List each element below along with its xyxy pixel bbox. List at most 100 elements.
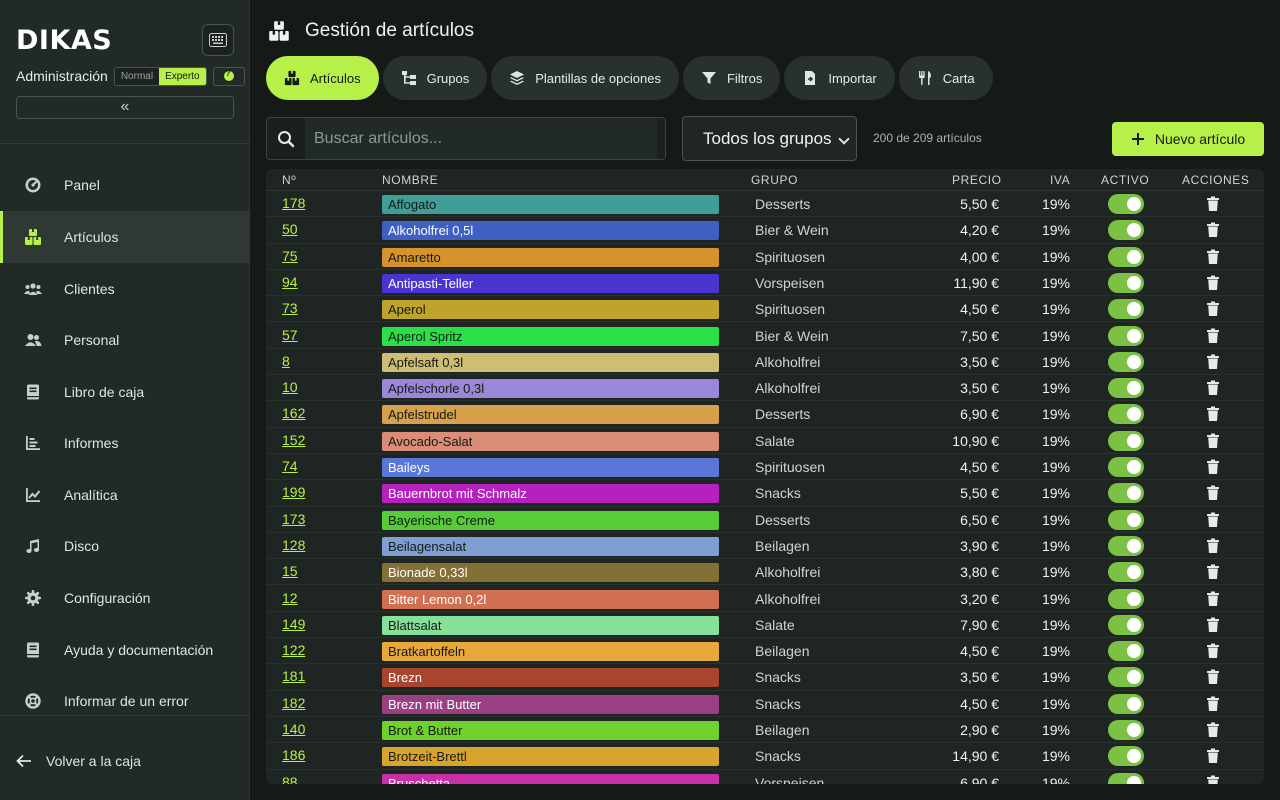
article-name-chip[interactable]: Avocado-Salat [382,431,719,451]
article-name-chip[interactable]: Blattsalat [382,615,719,635]
article-number-link[interactable]: 57 [282,327,298,343]
trash-icon[interactable] [1206,512,1220,528]
app-logo[interactable]: DIKAS [16,24,112,56]
active-toggle[interactable] [1108,325,1144,346]
mode-toggle[interactable]: Normal Experto [113,66,207,86]
table-row[interactable]: 186 Brotzeit-Brettl Snacks 14,90 € 19% [266,743,1264,770]
article-name-chip[interactable]: Aperol Spritz [382,326,719,346]
tab-grupos[interactable]: Grupos [382,56,488,100]
table-row[interactable]: 152 Avocado-Salat Salate 10,90 € 19% [266,428,1264,454]
sidebar-item-personal[interactable]: Personal [0,314,250,366]
col-header-price[interactable]: PRECIO [952,173,1002,187]
group-select[interactable]: Todos los grupos [682,116,857,161]
sidebar-item-analitica[interactable]: Analítica [0,469,250,521]
active-toggle[interactable] [1108,457,1144,477]
trash-icon[interactable] [1206,222,1220,238]
trash-icon[interactable] [1206,459,1220,475]
trash-icon[interactable] [1206,328,1220,344]
table-row[interactable]: 128 Beilagensalat Beilagen 3,90 € 19% [266,533,1264,560]
article-number-link[interactable]: 181 [282,668,305,684]
table-row[interactable]: 12 Bitter Lemon 0,2l Alkoholfrei 3,20 € 19% [266,586,1264,612]
trash-icon[interactable] [1206,249,1220,265]
table-row[interactable]: 122 Bratkartoffeln Beilagen 4,50 € 19% [266,638,1264,665]
trash-icon[interactable] [1206,748,1220,764]
article-name-chip[interactable]: Bruschetta [382,773,719,784]
active-toggle[interactable] [1108,509,1144,530]
active-toggle[interactable] [1108,351,1144,372]
search-input[interactable] [305,118,657,159]
trash-icon[interactable] [1206,406,1220,422]
article-name-chip[interactable]: Beilagensalat [382,536,719,556]
trash-icon[interactable] [1206,722,1220,738]
trash-icon[interactable] [1206,591,1220,607]
active-toggle[interactable] [1108,404,1144,425]
article-name-chip[interactable]: Bitter Lemon 0,2l [382,589,719,609]
table-row[interactable]: 182 Brezn mit Butter Snacks 4,50 € 19% [266,691,1264,717]
article-name-chip[interactable]: Affogato [382,195,719,214]
trash-icon[interactable] [1206,696,1220,712]
article-name-chip[interactable]: Bratkartoffeln [382,642,719,662]
article-name-chip[interactable]: Bionade 0,33l [382,563,719,583]
article-name-chip[interactable]: Amaretto [382,247,719,267]
sidebar-item-clientes[interactable]: Clientes [0,263,250,315]
trash-icon[interactable] [1206,196,1220,212]
active-toggle[interactable] [1108,430,1144,451]
article-name-chip[interactable]: Brezn mit Butter [382,694,719,714]
table-row[interactable]: 181 Brezn Snacks 3,50 € 19% [266,664,1264,691]
trash-icon[interactable] [1206,564,1220,580]
table-row[interactable]: 74 Baileys Spirituosen 4,50 € 19% [266,454,1264,481]
active-toggle[interactable] [1108,378,1144,399]
article-number-link[interactable]: 149 [282,616,305,632]
active-toggle[interactable] [1108,746,1144,767]
mode-help-button[interactable] [212,66,245,86]
article-number-link[interactable]: 140 [282,721,305,737]
table-row[interactable]: 75 Amaretto Spirituosen 4,00 € 19% [266,244,1264,270]
sidebar-item-libro-de-caja[interactable]: Libro de caja [0,366,250,418]
article-number-link[interactable]: 186 [282,747,305,763]
table-row[interactable]: 8 Apfelsaft 0,3l Alkoholfrei 3,50 € 19% [266,349,1264,376]
sidebar-item-articulos[interactable]: Artículos [0,211,250,263]
article-number-link[interactable]: 162 [282,405,305,421]
sidebar-item-panel[interactable]: Panel [0,159,250,211]
table-row[interactable]: 199 Bauernbrot mit Schmalz Snacks 5,50 € 19% [266,480,1264,507]
article-name-chip[interactable]: Antipasti-Teller [382,273,719,293]
col-header-number[interactable]: Nº [282,173,296,187]
article-number-link[interactable]: 8 [282,353,290,369]
tab-importar[interactable]: Importar [784,56,895,100]
table-row[interactable]: 73 Aperol Spirituosen 4,50 € 19% [266,296,1264,323]
sidebar-item-disco[interactable]: Disco [0,520,250,572]
article-number-link[interactable]: 128 [282,537,305,553]
article-name-chip[interactable]: Brot & Butter [382,721,719,740]
article-name-chip[interactable]: Apfelschorle 0,3l [382,379,719,399]
table-row[interactable]: 10 Apfelschorle 0,3l Alkoholfrei 3,50 € 19% [266,375,1264,402]
trash-icon[interactable] [1206,538,1220,554]
article-number-link[interactable]: 74 [282,458,298,474]
trash-icon[interactable] [1206,380,1220,396]
sidebar-item-informar-error[interactable]: Informar de un error [0,675,250,727]
collapse-sidebar-button[interactable]: « [16,96,234,119]
active-toggle[interactable] [1108,299,1144,320]
active-toggle[interactable] [1108,693,1144,714]
table-row[interactable]: 57 Aperol Spritz Bier & Wein 7,50 € 19% [266,323,1264,349]
trash-icon[interactable] [1206,301,1220,317]
article-number-link[interactable]: 50 [282,221,298,237]
tab-carta[interactable]: Carta [898,56,993,100]
article-name-chip[interactable]: Aperol [382,300,719,320]
active-toggle[interactable] [1108,194,1144,214]
article-number-link[interactable]: 12 [282,590,298,606]
table-row[interactable]: 88 Bruschetta Vorspeisen 6,90 € 19% [266,770,1264,784]
mode-normal-option[interactable]: Normal [114,67,160,85]
trash-icon[interactable] [1206,354,1220,370]
back-to-pos-link[interactable]: Volver a la caja [16,750,141,772]
trash-icon[interactable] [1206,643,1220,659]
col-header-iva[interactable]: IVA [1050,173,1070,187]
active-toggle[interactable] [1108,667,1144,688]
keyboard-button[interactable] [202,24,234,56]
active-toggle[interactable] [1108,246,1144,267]
table-row[interactable]: 149 Blattsalat Salate 7,90 € 19% [266,612,1264,639]
sidebar-item-configuracion[interactable]: Configuración [0,572,250,624]
col-header-name[interactable]: NOMBRE [382,173,438,187]
mode-expert-option[interactable]: Experto [159,67,206,85]
trash-icon[interactable] [1206,433,1220,449]
active-toggle[interactable] [1108,614,1144,635]
